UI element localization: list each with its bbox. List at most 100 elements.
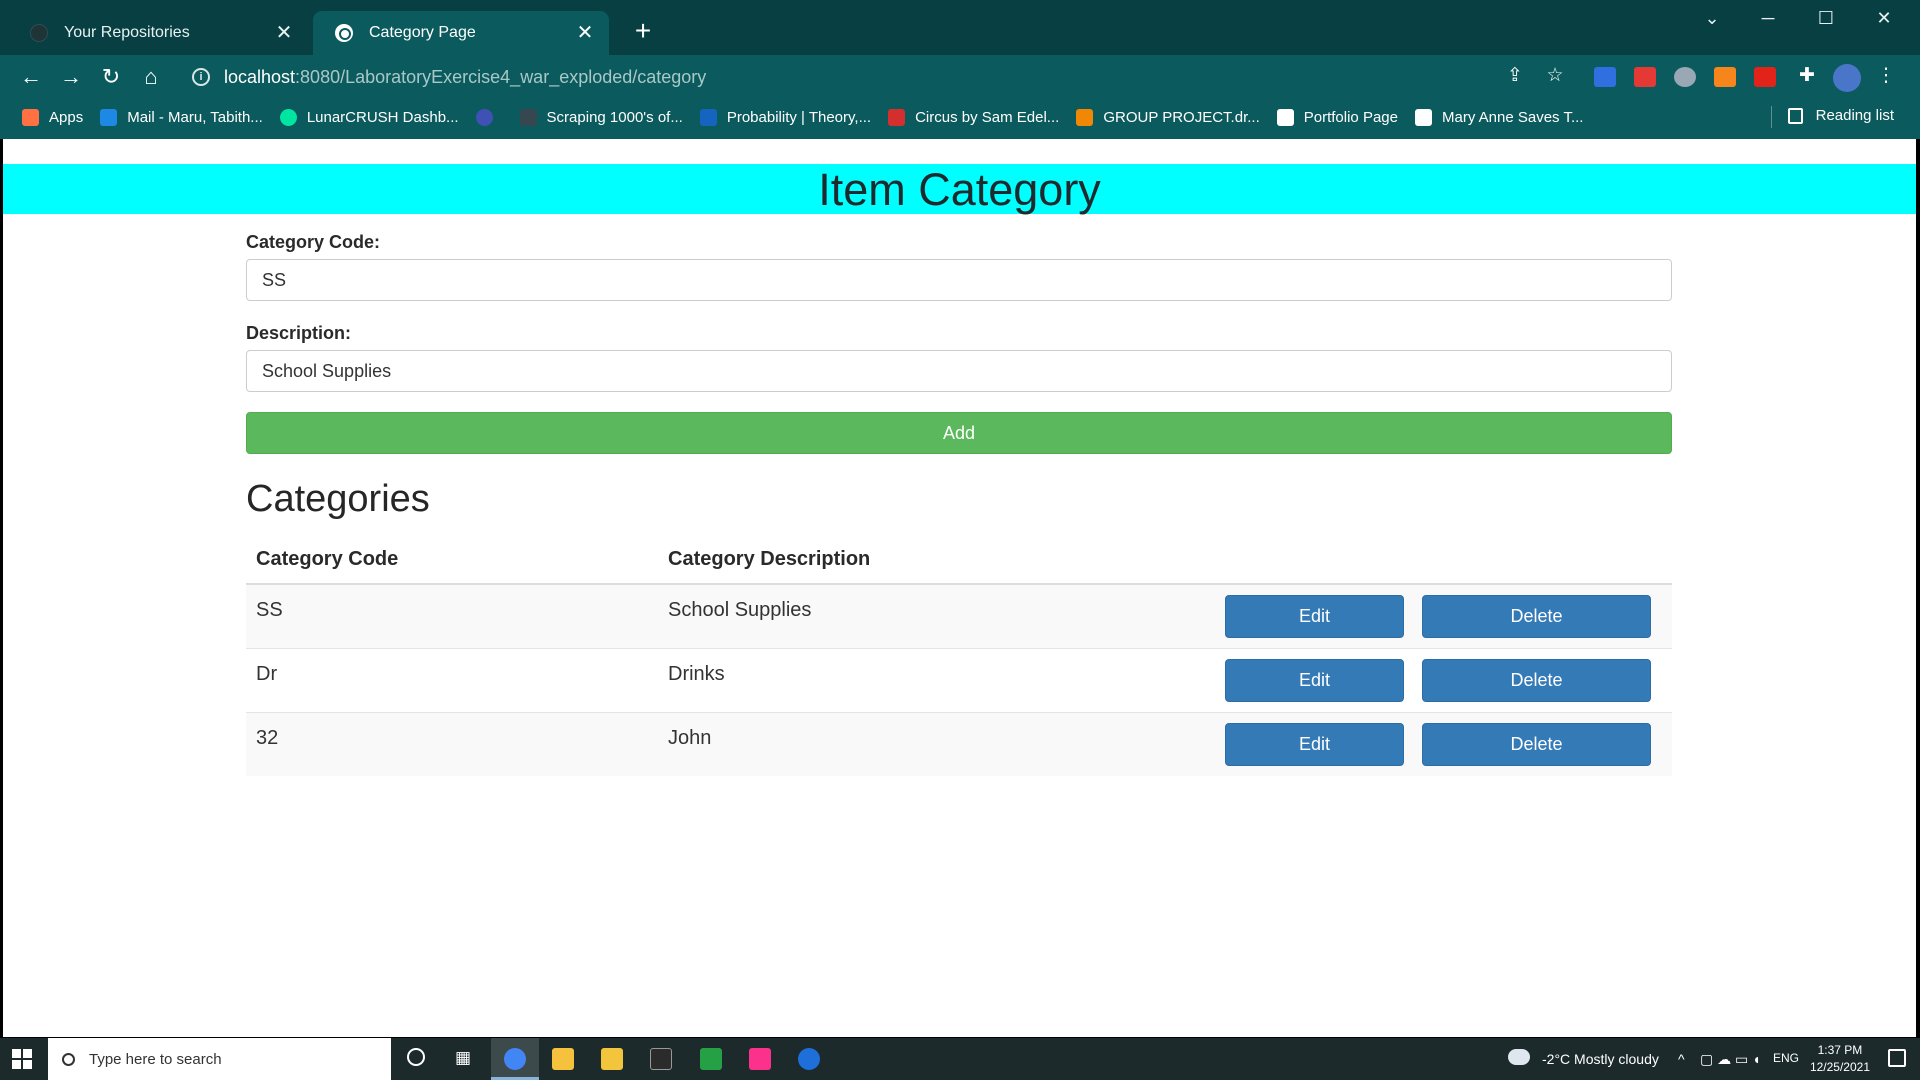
bookmark-item[interactable]: Apps: [22, 108, 83, 126]
share-icon[interactable]: ⇪: [1502, 64, 1528, 87]
metamask-fox-icon[interactable]: [1714, 67, 1736, 87]
close-tab-icon[interactable]: ✕: [575, 23, 595, 43]
tray-app-icons[interactable]: ▢ ☁ ▭ ◖: [1700, 1051, 1761, 1068]
word-icon[interactable]: [798, 1048, 820, 1070]
weather-cloud-icon[interactable]: [1508, 1049, 1530, 1065]
terminal-icon[interactable]: [650, 1048, 672, 1070]
file-explorer-icon[interactable]: [601, 1048, 623, 1070]
windows-taskbar: Type here to search ▦ -2°C Mostly cloudy…: [0, 1038, 1920, 1080]
cell-description: School Supplies: [658, 583, 1225, 648]
excel-icon[interactable]: [700, 1048, 722, 1070]
tab-title: Your Repositories: [64, 24, 190, 41]
cortana-icon[interactable]: [407, 1048, 425, 1066]
bookmark-label: LunarCRUSH Dashb...: [306, 108, 459, 126]
address-bar[interactable]: i localhost :8080/LaboratoryExercise4_wa…: [180, 60, 1559, 94]
delete-button[interactable]: Delete: [1422, 595, 1651, 638]
outlook-icon: [100, 108, 118, 126]
lunarcrush-icon: [279, 108, 297, 126]
cell-code: SS: [246, 583, 658, 648]
profile-avatar-icon[interactable]: [1833, 64, 1861, 92]
taskbar-search-box[interactable]: Type here to search: [48, 1038, 391, 1080]
add-button[interactable]: Add: [246, 412, 1672, 454]
bookmark-label: Mail - Maru, Tabith...: [127, 108, 263, 126]
reading-list-icon: [1787, 107, 1803, 124]
header-actions: [1225, 536, 1672, 585]
reload-icon[interactable]: ↻: [96, 62, 126, 92]
chrome-icon[interactable]: [504, 1048, 526, 1070]
description-input[interactable]: [246, 350, 1672, 392]
new-tab-button[interactable]: +: [628, 17, 658, 45]
flag-icon: [888, 108, 906, 126]
globe-icon: [335, 24, 353, 42]
category-code-label: Category Code:: [246, 232, 381, 252]
bookmark-item[interactable]: Probability | Theory,...: [699, 108, 871, 126]
bookmark-label: Portfolio Page: [1303, 108, 1398, 126]
apps-grid-icon: [22, 108, 39, 126]
minimize-button[interactable]: ─: [1748, 8, 1788, 29]
categories-heading: Categories: [246, 478, 430, 520]
tab-your-repositories[interactable]: Your Repositories ✕: [8, 11, 308, 55]
reading-list-button[interactable]: Reading list: [1787, 107, 1894, 124]
site-info-icon[interactable]: i: [192, 68, 210, 86]
url-path: :8080/LaboratoryExercise4_war_exploded/c…: [295, 66, 707, 87]
taskbar-clock[interactable]: 1:37 PM 12/25/2021: [1810, 1042, 1870, 1076]
category-code-input[interactable]: [246, 259, 1672, 301]
bookmark-item[interactable]: GROUP PROJECT.dr...: [1076, 108, 1260, 126]
acrobat-icon[interactable]: [1754, 67, 1776, 87]
tray-chevron-icon[interactable]: ^: [1678, 1051, 1685, 1067]
edit-button[interactable]: Edit: [1225, 658, 1404, 702]
bookmark-item[interactable]: Portfolio Page: [1276, 108, 1398, 126]
header-category-code: Category Code: [246, 536, 658, 585]
bookmark-item[interactable]: Circus by Sam Edel...: [888, 108, 1060, 126]
page-title: Item Category: [818, 164, 1101, 215]
cell-description: Drinks: [658, 647, 1225, 712]
home-icon[interactable]: ⌂: [136, 62, 166, 92]
bookmark-label: Mary Anne Saves T...: [1441, 108, 1584, 126]
extensions-puzzle-icon[interactable]: ✚: [1794, 64, 1820, 87]
bookmark-item[interactable]: LunarCRUSH Dashb...: [279, 108, 459, 126]
bookmarks-bar: Apps Mail - Maru, Tabith... LunarCRUSH Das…: [0, 99, 1920, 135]
edit-button[interactable]: Edit: [1225, 722, 1404, 766]
windows-start-icon[interactable]: [12, 1049, 32, 1069]
more-menu-icon[interactable]: ⋮: [1873, 64, 1899, 87]
task-view-icon[interactable]: ▦: [455, 1048, 471, 1068]
bookmark-label: Circus by Sam Edel...: [915, 108, 1060, 126]
edit-button[interactable]: Edit: [1225, 595, 1404, 638]
close-window-button[interactable]: ✕: [1864, 8, 1904, 29]
search-icon: [62, 1052, 75, 1066]
extension-blue-icon[interactable]: [1594, 67, 1616, 87]
bookmark-star-icon[interactable]: ☆: [1542, 64, 1568, 87]
reading-list-label: Reading list: [1815, 107, 1894, 124]
table-row: SS School Supplies Edit Delete: [246, 583, 1672, 648]
delete-button[interactable]: Delete: [1422, 658, 1651, 702]
weather-text[interactable]: -2°C Mostly cloudy: [1542, 1051, 1659, 1067]
bookmark-item[interactable]: Mary Anne Saves T...: [1414, 108, 1584, 126]
bookmark-item[interactable]: [475, 108, 503, 126]
language-indicator[interactable]: ENG: [1773, 1051, 1799, 1065]
extension-circle-icon[interactable]: [1674, 67, 1696, 87]
tab-search-icon[interactable]: ⌄: [1692, 8, 1732, 29]
bookmarks-separator: [1771, 106, 1772, 128]
bookmark-item[interactable]: Mail - Maru, Tabith...: [100, 108, 263, 126]
tab-title: Category Page: [369, 24, 476, 41]
cell-actions: Edit Delete: [1225, 583, 1672, 648]
url-host: localhost: [224, 66, 296, 87]
categories-table: Category Code Category Description SS Sc…: [246, 536, 1672, 776]
shield-icon: [699, 108, 717, 126]
close-tab-icon[interactable]: ✕: [274, 23, 294, 43]
back-arrow-icon[interactable]: ←: [16, 62, 46, 92]
cell-actions: Edit Delete: [1225, 711, 1672, 776]
bookmark-label: GROUP PROJECT.dr...: [1103, 108, 1260, 126]
notifications-icon[interactable]: [1888, 1049, 1906, 1067]
maximize-button[interactable]: ☐: [1806, 8, 1846, 29]
bookmark-item[interactable]: Scraping 1000's of...: [519, 108, 683, 126]
intellij-icon[interactable]: [749, 1048, 771, 1070]
store-icon[interactable]: [552, 1048, 574, 1070]
c-circle-icon: [475, 108, 493, 126]
tab-category-page[interactable]: Category Page ✕: [313, 11, 609, 55]
delete-button[interactable]: Delete: [1422, 722, 1651, 766]
extension-tp-icon[interactable]: [1634, 67, 1656, 87]
clock-date: 12/25/2021: [1809, 1060, 1870, 1074]
browser-toolbar: ← → ↻ ⌂ i localhost :8080/LaboratoryExer…: [0, 55, 1920, 99]
forward-arrow-icon[interactable]: →: [56, 62, 86, 92]
